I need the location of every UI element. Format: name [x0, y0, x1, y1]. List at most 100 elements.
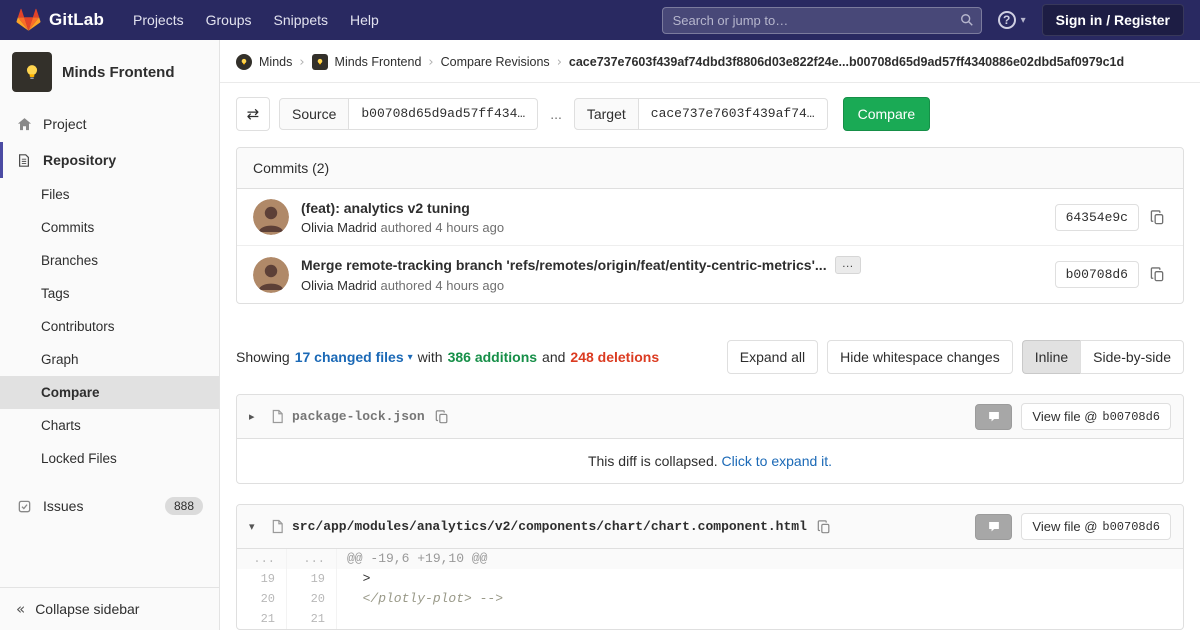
sidebar-item-files[interactable]: Files [0, 178, 219, 211]
copy-file-path-button[interactable] [815, 518, 833, 536]
commit-title-link[interactable]: Merge remote-tracking branch 'refs/remot… [301, 257, 827, 273]
gitlab-tanuki-icon [16, 8, 41, 32]
target-label: Target [574, 98, 639, 130]
chevron-down-icon: ▾ [1021, 15, 1026, 26]
sidebar-item-charts[interactable]: Charts [0, 409, 219, 442]
collapse-file-caret-icon[interactable]: ▾ [249, 520, 263, 533]
breadcrumb-section[interactable]: Compare Revisions [441, 55, 550, 69]
file-diff-chart-component: ▾ src/app/modules/analytics/v2/component… [236, 504, 1184, 630]
commit-byline: Olivia Madrid authored 4 hours ago [301, 278, 861, 293]
commit-sha: 64354e9c [1055, 204, 1139, 231]
commit-title-link[interactable]: (feat): analytics v2 tuning [301, 200, 470, 216]
diff-line: 19 19 > [237, 569, 1183, 589]
repository-icon [16, 153, 32, 168]
side-by-side-view-button[interactable]: Side-by-side [1080, 340, 1184, 374]
search-icon [960, 13, 974, 27]
sidebar-project-name[interactable]: Minds Frontend [62, 64, 175, 81]
inline-view-button[interactable]: Inline [1022, 340, 1080, 374]
lightbulb-icon [21, 61, 43, 83]
commit-author-link[interactable]: Olivia Madrid [301, 220, 377, 235]
repository-subnav: Files Commits Branches Tags Contributors… [0, 178, 219, 475]
gitlab-logo[interactable]: GitLab [16, 8, 104, 32]
old-line-number[interactable]: 20 [237, 589, 287, 609]
view-file-button[interactable]: View file @ b00708d6 [1021, 513, 1171, 540]
compare-button[interactable]: Compare [843, 97, 931, 131]
sidebar-item-compare[interactable]: Compare [0, 376, 219, 409]
nav-help[interactable]: Help [339, 0, 390, 40]
copy-icon [817, 520, 831, 534]
additions-count: 386 additions [448, 349, 537, 365]
changed-files-dropdown[interactable]: 17 changed files ▾ [295, 349, 413, 365]
sidebar-item-locked-files[interactable]: Locked Files [0, 442, 219, 475]
nav-groups[interactable]: Groups [195, 0, 263, 40]
sidebar-nav: Project Repository Files Commits Branche… [0, 106, 219, 525]
collapse-sidebar-button[interactable]: « Collapse sidebar [0, 587, 219, 630]
commit-byline: Olivia Madrid authored 4 hours ago [301, 220, 504, 235]
old-line-number[interactable]: 19 [237, 569, 287, 589]
old-line-number[interactable]: 21 [237, 609, 287, 629]
showing-label: Showing [236, 349, 290, 365]
file-name[interactable]: src/app/modules/analytics/v2/components/… [292, 519, 807, 534]
view-file-button[interactable]: View file @ b00708d6 [1021, 403, 1171, 430]
breadcrumb-group[interactable]: Minds [259, 55, 292, 69]
expand-all-button[interactable]: Expand all [727, 340, 818, 374]
sidebar-item-commits[interactable]: Commits [0, 211, 219, 244]
diff-line: 20 20 </plotly-plot> --> [237, 589, 1183, 609]
copy-icon [435, 410, 449, 424]
source-ref-field[interactable]: b00708d65d9ad57ff434… [349, 98, 538, 130]
copy-icon [1150, 210, 1165, 225]
toggle-comments-button[interactable] [975, 514, 1012, 540]
chevron-down-icon: ▾ [408, 352, 413, 363]
deletions-count: 248 deletions [570, 349, 659, 365]
sidebar: Minds Frontend Project Repository Files … [0, 40, 220, 630]
swap-icon: ⇄ [247, 105, 260, 123]
avatar[interactable] [253, 257, 289, 293]
toggle-comments-button[interactable] [975, 404, 1012, 430]
project-avatar[interactable] [12, 52, 52, 92]
group-avatar [236, 54, 252, 70]
copy-sha-button[interactable] [1148, 208, 1167, 227]
sign-in-button[interactable]: Sign in / Register [1042, 4, 1184, 36]
commits-panel: Commits (2) (feat): analytics v2 tuning … [236, 147, 1184, 304]
commit-row: Merge remote-tracking branch 'refs/remot… [237, 245, 1183, 303]
sidebar-item-issues[interactable]: Issues 888 [0, 487, 219, 525]
sidebar-item-tags[interactable]: Tags [0, 277, 219, 310]
nav-projects[interactable]: Projects [122, 0, 195, 40]
search-input[interactable] [662, 7, 982, 34]
collapsed-diff-notice: This diff is collapsed. Click to expand … [237, 439, 1183, 483]
copy-sha-button[interactable] [1148, 265, 1167, 284]
commit-row: (feat): analytics v2 tuning Olivia Madri… [237, 189, 1183, 245]
main-content: Minds › Minds Frontend › Compare Revisio… [220, 40, 1200, 630]
help-menu[interactable]: ? ▾ [998, 11, 1026, 29]
swap-revisions-button[interactable]: ⇄ [236, 97, 270, 131]
sidebar-item-branches[interactable]: Branches [0, 244, 219, 277]
breadcrumb-current: cace737e7603f439af74dbd3f8806d03e822f24e… [569, 55, 1124, 69]
target-ref-group: Target cace737e7603f439af74… [574, 98, 828, 130]
project-avatar-small [312, 54, 328, 70]
breadcrumb-project[interactable]: Minds Frontend [335, 55, 422, 69]
copy-file-path-button[interactable] [433, 408, 451, 426]
comment-bubble-icon [987, 410, 1001, 423]
avatar[interactable] [253, 199, 289, 235]
expand-diff-link[interactable]: Click to expand it. [722, 453, 833, 469]
global-search [662, 7, 982, 34]
commit-author-link[interactable]: Olivia Madrid [301, 278, 377, 293]
nav-snippets[interactable]: Snippets [263, 0, 339, 40]
expand-file-caret-icon[interactable]: ▸ [249, 410, 263, 423]
hunk-header: @@ -19,6 +19,10 @@ [337, 549, 1183, 569]
new-line-number[interactable]: 20 [287, 589, 337, 609]
sidebar-item-graph[interactable]: Graph [0, 343, 219, 376]
top-nav: Projects Groups Snippets Help [122, 0, 390, 40]
new-line-number[interactable]: 21 [287, 609, 337, 629]
hide-whitespace-button[interactable]: Hide whitespace changes [827, 340, 1013, 374]
file-name[interactable]: package-lock.json [292, 409, 425, 424]
compare-form: ⇄ Source b00708d65d9ad57ff434… ... Targe… [236, 97, 1184, 131]
target-ref-field[interactable]: cace737e7603f439af74… [639, 98, 828, 130]
new-line-number[interactable]: 19 [287, 569, 337, 589]
sidebar-item-project[interactable]: Project [0, 106, 219, 142]
commit-sha: b00708d6 [1055, 261, 1139, 288]
sidebar-item-contributors[interactable]: Contributors [0, 310, 219, 343]
sidebar-item-repository[interactable]: Repository [0, 142, 219, 178]
expand-commit-message-button[interactable]: … [835, 256, 861, 274]
breadcrumb-separator-icon: › [428, 55, 433, 70]
